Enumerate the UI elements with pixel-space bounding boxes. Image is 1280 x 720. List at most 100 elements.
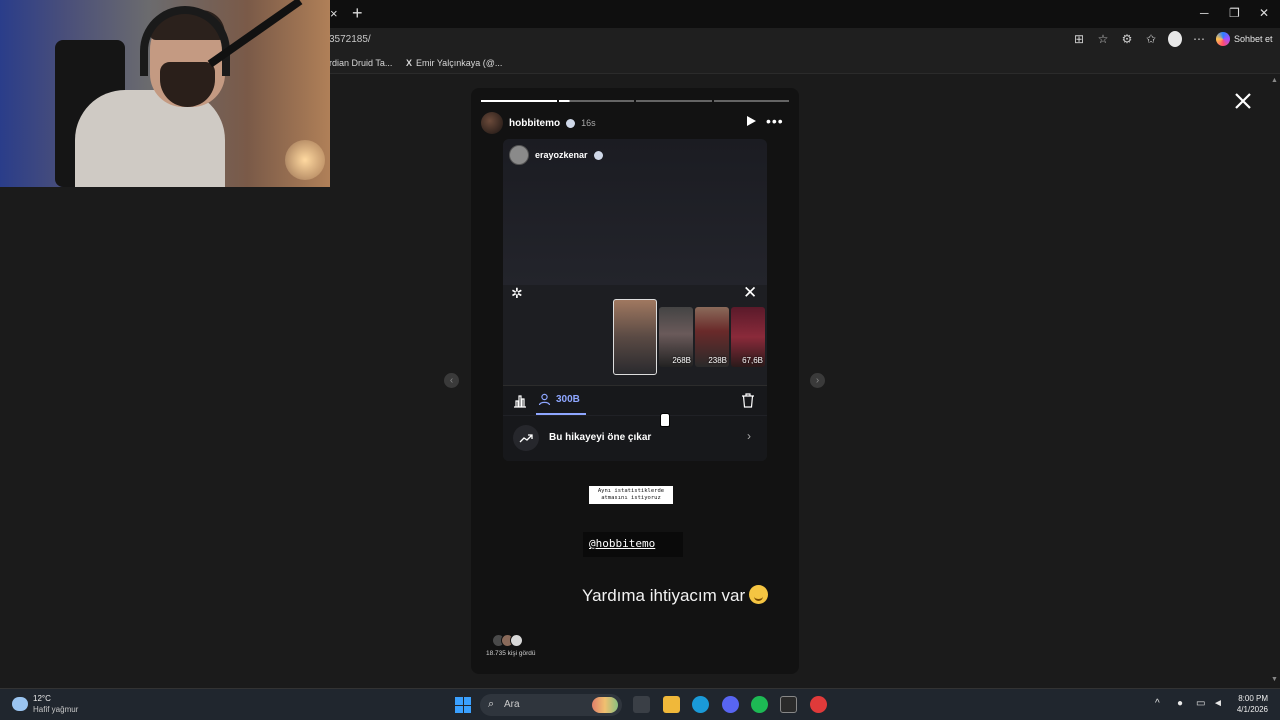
file-explorer-icon[interactable]	[663, 696, 680, 713]
start-tile	[455, 705, 463, 713]
close-window-icon[interactable]: ✕	[1259, 6, 1269, 20]
volume-icon[interactable]: ◄	[1213, 698, 1223, 709]
copilot-button[interactable]: Sohbet et	[1216, 32, 1273, 46]
trash-icon[interactable]	[741, 393, 755, 408]
viewer-avatars	[492, 634, 536, 647]
windows-taskbar: 12°C Hafif yağmur ⌕ Ara ^ ● ▭ ◄ 8:00 PM …	[0, 688, 1280, 720]
trending-up-icon	[513, 425, 539, 451]
x-logo-icon: X	[406, 58, 413, 68]
shared-story-header: erayozkenar	[509, 145, 603, 165]
story-username[interactable]: hobbitemo	[509, 118, 560, 129]
shared-story-frame: erayozkenar ✲ ✕ 268B 238B 67,6B 300B Bu …	[503, 139, 767, 461]
mention-sticker[interactable]: @hobbitemo	[583, 532, 683, 557]
viewers-count: 300B	[556, 394, 580, 405]
edge-browser-icon[interactable]	[692, 696, 709, 713]
scroll-down-icon[interactable]: ▼	[1271, 676, 1278, 683]
story-insights-panel: ✲ ✕ 268B 238B 67,6B	[503, 283, 767, 385]
story-avatar[interactable]	[481, 112, 503, 134]
user-icon	[538, 393, 551, 406]
tab-close-icon[interactable]: ×	[330, 6, 338, 21]
thumbnail-label: 67,6B	[742, 356, 763, 365]
minimize-icon[interactable]: ─	[1200, 6, 1209, 20]
start-tile	[455, 697, 463, 705]
taskbar-search[interactable]: ⌕ Ara	[480, 694, 622, 716]
verified-badge-icon	[593, 150, 603, 160]
settings-icon[interactable]: ✲	[511, 285, 523, 302]
spotify-icon[interactable]	[751, 696, 768, 713]
play-icon[interactable]	[745, 115, 757, 127]
previous-story-button[interactable]: ‹	[444, 373, 459, 388]
clock-time[interactable]: 8:00 PM	[1236, 694, 1268, 703]
copilot-label: Sohbet et	[1234, 34, 1273, 44]
progress-segment	[558, 100, 634, 102]
start-tile	[463, 705, 471, 713]
progress-segment	[713, 100, 789, 102]
start-tile	[463, 697, 471, 705]
panel-close-icon[interactable]: ✕	[743, 283, 757, 303]
progress-segment	[481, 100, 557, 102]
bookmark-item[interactable]: rdian Druid Ta...	[329, 58, 392, 68]
windows-start-icon[interactable]	[455, 697, 471, 713]
next-story-button[interactable]: ›	[810, 373, 825, 388]
weather-desc[interactable]: Hafif yağmur	[33, 705, 78, 714]
address-bar-actions: ⊞ ☆ ⚙ ✩ ⋯	[1072, 31, 1206, 47]
profile-avatar[interactable]	[1168, 31, 1182, 47]
seen-by-count: 18.735 kişi gördü	[486, 650, 536, 657]
more-options-icon[interactable]: •••	[766, 113, 784, 129]
network-icon[interactable]: ▭	[1196, 698, 1205, 709]
story-thumbnail[interactable]: 268B	[659, 307, 693, 367]
scroll-up-icon[interactable]: ▲	[1271, 77, 1278, 84]
favorite-star-icon[interactable]: ☆	[1096, 32, 1110, 47]
story-progress	[481, 100, 789, 102]
app-available-icon[interactable]: ⊞	[1072, 32, 1086, 47]
hand-cursor	[660, 413, 670, 427]
story-header: hobbitemo 16s	[481, 112, 596, 134]
insights-chart-icon[interactable]	[513, 394, 527, 408]
chevron-right-icon: ›	[747, 429, 751, 443]
progress-segment	[636, 100, 712, 102]
viewer-avatar	[510, 634, 523, 647]
tray-chevron-up-icon[interactable]: ^	[1155, 698, 1160, 709]
seen-by[interactable]: 18.735 kişi gördü	[486, 634, 536, 657]
weather-temp[interactable]: 12°C	[33, 694, 51, 703]
more-menu-icon[interactable]: ⋯	[1192, 32, 1206, 47]
story-caption: Yardıma ihtiyacım var	[582, 585, 769, 606]
lamp-glow	[285, 140, 325, 180]
favorites-icon[interactable]: ✩	[1144, 32, 1158, 47]
task-view-icon[interactable]	[633, 696, 650, 713]
copilot-icon	[1216, 32, 1230, 46]
story-thumbnail[interactable]: 238B	[695, 307, 729, 367]
emoji-icon	[749, 585, 769, 604]
story-time: 16s	[581, 118, 596, 128]
weather-rain-icon[interactable]	[12, 697, 28, 711]
caption-text: Yardıma ihtiyacım var	[582, 586, 746, 605]
new-tab-button[interactable]: +	[352, 3, 363, 24]
url-field[interactable]: 3572185/	[329, 34, 371, 45]
insights-toolbar: 300B	[503, 385, 767, 415]
thumbnail-label: 268B	[672, 356, 691, 365]
bookmark-item[interactable]: X Emir Yalçınkaya (@...	[406, 58, 502, 68]
active-tab-indicator	[536, 413, 586, 415]
bookmark-label: Emir Yalçınkaya (@...	[416, 58, 503, 68]
thumbnail-label: 238B	[708, 356, 727, 365]
obs-icon[interactable]	[810, 696, 827, 713]
discord-icon[interactable]	[722, 696, 739, 713]
text-sticker: Aynı istatistiklerde atmasını istiyoruz	[589, 486, 673, 504]
search-icon: ⌕	[488, 698, 495, 710]
search-placeholder: Ara	[504, 699, 520, 710]
restore-icon[interactable]: ❐	[1229, 6, 1240, 20]
close-viewer-icon[interactable]	[1230, 88, 1256, 114]
shared-story-username: erayozkenar	[535, 150, 588, 160]
extensions-icon[interactable]: ⚙	[1120, 32, 1134, 47]
story-thumbnail[interactable]: 67,6B	[731, 307, 765, 367]
webcam-overlay	[0, 0, 330, 187]
promote-story-row[interactable]: Bu hikayeyi öne çıkar ›	[503, 416, 767, 461]
shared-story-avatar	[509, 145, 529, 165]
clock-date[interactable]: 4/1/2026	[1226, 705, 1268, 714]
promote-story-label: Bu hikayeyi öne çıkar	[549, 432, 652, 443]
verified-badge-icon	[566, 118, 576, 128]
story-thumbnail[interactable]	[613, 299, 657, 375]
terminal-icon[interactable]	[780, 696, 797, 713]
microphone-icon[interactable]: ●	[1177, 698, 1183, 709]
viewers-tab[interactable]: 300B	[538, 393, 580, 406]
